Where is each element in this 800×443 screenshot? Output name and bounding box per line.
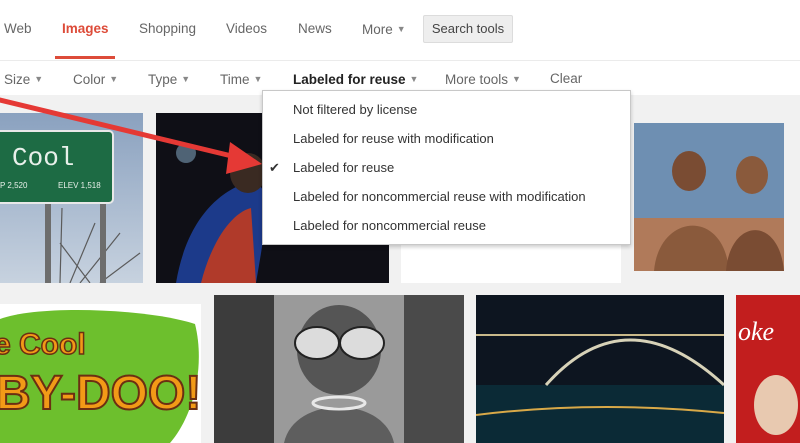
tool-more-tools[interactable]: More tools ▼ [445, 70, 521, 89]
usage-rights-menu: Not filtered by license Labeled for reus… [262, 90, 631, 245]
menu-item-noncommercial-reuse-with-modification[interactable]: Labeled for noncommercial reuse with mod… [293, 189, 586, 205]
cool-sign-population: P 2,520 [0, 181, 28, 190]
checkmark-icon: ✔ [269, 160, 280, 175]
image-result-partial-red[interactable]: oke [736, 295, 800, 443]
cool-sign-elevation: ELEV 1,518 [58, 181, 101, 190]
child-sunglasses-image [214, 295, 464, 443]
menu-item-reuse[interactable]: Labeled for reuse [293, 160, 394, 176]
tab-web[interactable]: Web [4, 20, 32, 38]
partial-red-image: oke [736, 295, 800, 443]
tool-usage-rights[interactable]: Labeled for reuse ▼ [293, 70, 418, 89]
search-type-tabs: Web Images Shopping Videos News More ▼ Se… [0, 0, 800, 61]
image-result-men-beach[interactable] [634, 123, 784, 271]
tool-size[interactable]: Size ▼ [4, 70, 43, 89]
menu-item-noncommercial-reuse[interactable]: Labeled for noncommercial reuse [293, 218, 486, 234]
tool-time-label: Time [220, 72, 250, 87]
tool-usage-rights-label: Labeled for reuse [293, 72, 406, 87]
chevron-down-icon: ▼ [409, 74, 419, 84]
tool-type[interactable]: Type ▼ [148, 70, 190, 89]
active-tab-indicator [55, 56, 115, 59]
chevron-down-icon: ▼ [253, 74, 263, 84]
tool-type-label: Type [148, 72, 178, 87]
image-result-cartoon-logo[interactable]: e Cool BY-DOO! [0, 304, 201, 443]
men-beach-image [634, 123, 784, 271]
tab-more[interactable]: More ▼ [362, 20, 406, 39]
tab-more-label: More [362, 22, 393, 37]
tab-news[interactable]: News [298, 20, 332, 38]
night-bridge-image [476, 295, 724, 443]
tab-images[interactable]: Images [62, 20, 109, 38]
search-tools-row: Size ▼ Color ▼ Type ▼ Time ▼ Labeled for reu… [0, 60, 800, 94]
tab-videos[interactable]: Videos [226, 20, 267, 38]
chevron-down-icon: ▼ [109, 74, 119, 84]
chevron-down-icon: ▼ [396, 24, 406, 34]
tool-more-tools-label: More tools [445, 72, 509, 87]
tool-size-label: Size [4, 72, 31, 87]
chevron-down-icon: ▼ [34, 74, 44, 84]
chevron-down-icon: ▼ [181, 74, 191, 84]
tool-color[interactable]: Color ▼ [73, 70, 118, 89]
cool-sign-image: Cool P 2,520 ELEV 1,518 [0, 113, 143, 283]
image-result-child-sunglasses[interactable] [214, 295, 464, 443]
cartoon-logo-bottom-text: BY-DOO! [0, 367, 201, 420]
image-result-cool-sign[interactable]: Cool P 2,520 ELEV 1,518 [0, 113, 143, 283]
menu-item-reuse-with-modification[interactable]: Labeled for reuse with modification [293, 131, 494, 147]
tool-time[interactable]: Time ▼ [220, 70, 262, 89]
tool-clear[interactable]: Clear [550, 70, 582, 88]
tab-shopping[interactable]: Shopping [139, 20, 196, 38]
cartoon-logo-image: e Cool BY-DOO! [0, 304, 201, 443]
image-result-night-bridge[interactable] [476, 295, 724, 443]
search-tools-button[interactable]: Search tools [423, 15, 513, 43]
cool-sign-text: Cool [12, 143, 74, 173]
menu-item-not-filtered[interactable]: Not filtered by license [293, 102, 417, 118]
partial-red-text: oke [738, 317, 774, 346]
tool-color-label: Color [73, 72, 106, 87]
cartoon-logo-top-text: e Cool [0, 328, 86, 361]
chevron-down-icon: ▼ [512, 74, 521, 84]
